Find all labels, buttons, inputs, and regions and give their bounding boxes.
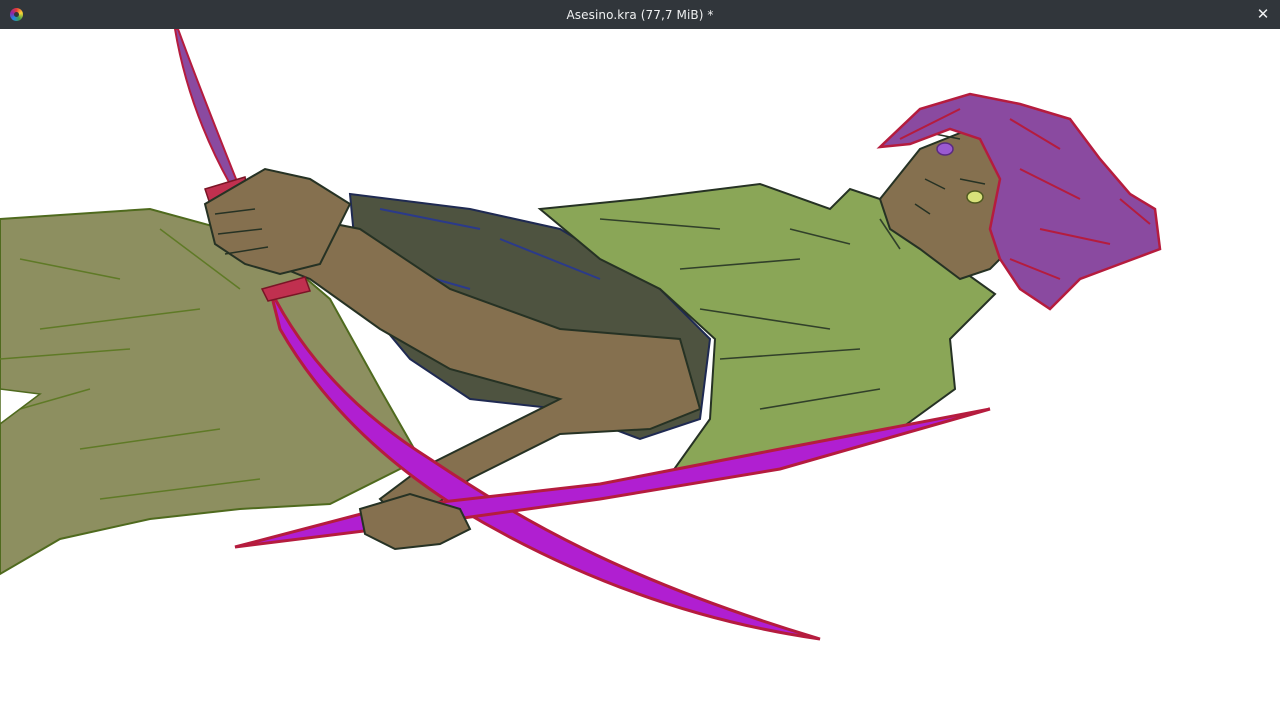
eye-right xyxy=(966,190,984,204)
window-title: Asesino.kra (77,7 MiB) * xyxy=(566,7,714,22)
eye-left xyxy=(936,142,954,156)
sword-blade-back xyxy=(173,29,242,192)
drawing-canvas[interactable] xyxy=(0,29,1280,720)
krita-icon[interactable] xyxy=(10,8,23,21)
krita-window: Asesino.kra (77,7 MiB) * ✕ xyxy=(0,0,1280,720)
title-bar[interactable]: Asesino.kra (77,7 MiB) * ✕ xyxy=(0,0,1280,29)
artwork xyxy=(0,29,1162,641)
close-icon[interactable]: ✕ xyxy=(1252,3,1274,25)
